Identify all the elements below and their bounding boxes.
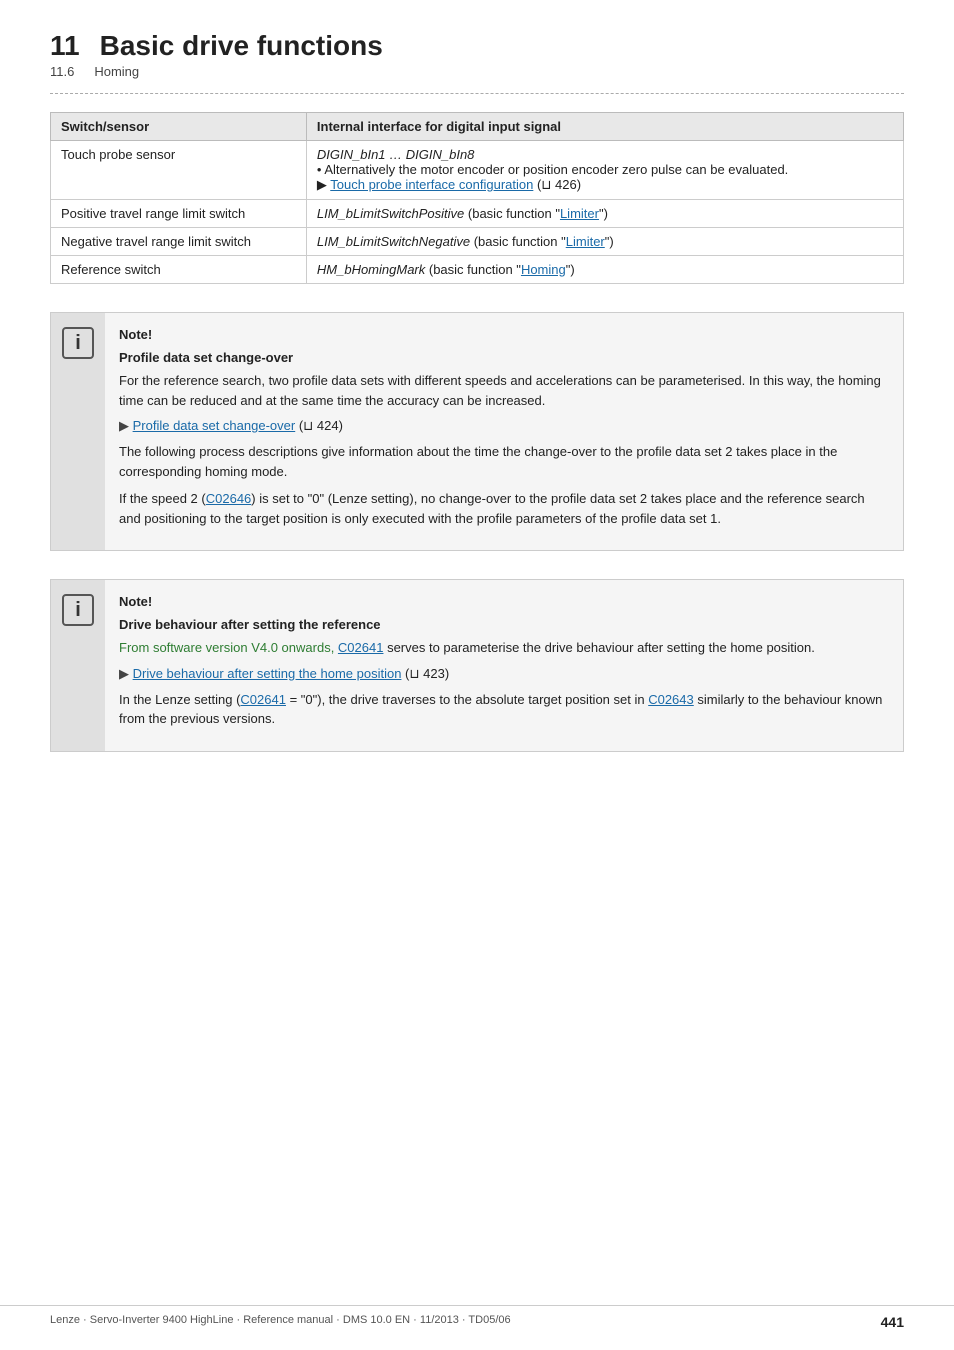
c02641-link-1[interactable]: C02641: [338, 640, 384, 655]
table-cell-signal2: LIM_bLimitSwitchPositive (basic function…: [306, 200, 903, 228]
signal-italic4: HM_bHomingMark: [317, 262, 425, 277]
signal-text-italic: DIGIN_bIn1 … DIGIN_bIn8: [317, 147, 475, 162]
note-title-2: Note!: [119, 594, 887, 609]
touch-probe-link[interactable]: Touch probe interface configuration: [330, 177, 533, 192]
page-header: 11 Basic drive functions 11.6 Homing: [50, 30, 904, 79]
signal-italic2: LIM_bLimitSwitchPositive: [317, 206, 464, 221]
note-subtitle-2: Drive behaviour after setting the refere…: [119, 617, 887, 632]
table-cell-switch4: Reference switch: [51, 256, 307, 284]
profile-dataset-link[interactable]: Profile data set change-over: [133, 418, 296, 433]
note-icon-col-1: i: [51, 313, 105, 550]
table-header-col2: Internal interface for digital input sig…: [306, 113, 903, 141]
note-content-1: Note! Profile data set change-over For t…: [105, 313, 903, 550]
footer-text: Lenze · Servo-Inverter 9400 HighLine · R…: [50, 1314, 511, 1330]
table-cell-signal3: LIM_bLimitSwitchNegative (basic function…: [306, 228, 903, 256]
section-divider: [50, 93, 904, 94]
c02643-link[interactable]: C02643: [648, 692, 694, 707]
table-cell-signal4: HM_bHomingMark (basic function "Homing"): [306, 256, 903, 284]
note-para-2-2: In the Lenze setting (C02641 = "0"), the…: [119, 690, 887, 729]
page-footer: Lenze · Servo-Inverter 9400 HighLine · R…: [0, 1305, 954, 1330]
note-title-1: Note!: [119, 327, 887, 342]
note-para-1-1: For the reference search, two profile da…: [119, 371, 887, 410]
table-row: Reference switch HM_bHomingMark (basic f…: [51, 256, 904, 284]
note-para-1-2: The following process descriptions give …: [119, 442, 887, 481]
page-number: 441: [881, 1314, 904, 1330]
signal-bullet1: • Alternatively the motor encoder or pos…: [317, 162, 788, 177]
note-icon-col-2: i: [51, 580, 105, 751]
signal-bullet2: ▶ Touch probe interface configuration (⊔…: [317, 177, 581, 192]
sub-section-number: 11.6: [50, 64, 74, 79]
table-header-col1: Switch/sensor: [51, 113, 307, 141]
table-cell-signal1: DIGIN_bIn1 … DIGIN_bIn8 • Alternatively …: [306, 141, 903, 200]
table-cell-switch1: Touch probe sensor: [51, 141, 307, 200]
signal-italic3: LIM_bLimitSwitchNegative: [317, 234, 470, 249]
table-row: Negative travel range limit switch LIM_b…: [51, 228, 904, 256]
limiter-link1[interactable]: Limiter: [560, 206, 599, 221]
table-row: Touch probe sensor DIGIN_bIn1 … DIGIN_bI…: [51, 141, 904, 200]
drive-behaviour-link[interactable]: Drive behaviour after setting the home p…: [133, 666, 402, 681]
table-cell-switch3: Negative travel range limit switch: [51, 228, 307, 256]
table-row: Positive travel range limit switch LIM_b…: [51, 200, 904, 228]
note-box-1: i Note! Profile data set change-over For…: [50, 312, 904, 551]
green-text-1: From software version V4.0 onwards, C026…: [119, 640, 383, 655]
chapter-title: Basic drive functions: [100, 30, 383, 62]
note-link-2: Drive behaviour after setting the home p…: [119, 666, 887, 682]
c02641-link-2[interactable]: C02641: [240, 692, 286, 707]
info-icon-1: i: [62, 327, 94, 359]
info-icon-2: i: [62, 594, 94, 626]
chapter-number: 11: [50, 30, 80, 62]
note-link-1: Profile data set change-over (⊔ 424): [119, 418, 887, 434]
note-para-2-1: From software version V4.0 onwards, C026…: [119, 638, 887, 658]
table-cell-switch2: Positive travel range limit switch: [51, 200, 307, 228]
note-content-2: Note! Drive behaviour after setting the …: [105, 580, 903, 751]
limiter-link2[interactable]: Limiter: [566, 234, 605, 249]
homing-link[interactable]: Homing: [521, 262, 566, 277]
note-subtitle-1: Profile data set change-over: [119, 350, 887, 365]
switch-sensor-table: Switch/sensor Internal interface for dig…: [50, 112, 904, 284]
note-box-2: i Note! Drive behaviour after setting th…: [50, 579, 904, 752]
sub-section-name: Homing: [94, 64, 139, 79]
note-para-1-3: If the speed 2 (C02646) is set to "0" (L…: [119, 489, 887, 528]
c02646-link[interactable]: C02646: [206, 491, 252, 506]
